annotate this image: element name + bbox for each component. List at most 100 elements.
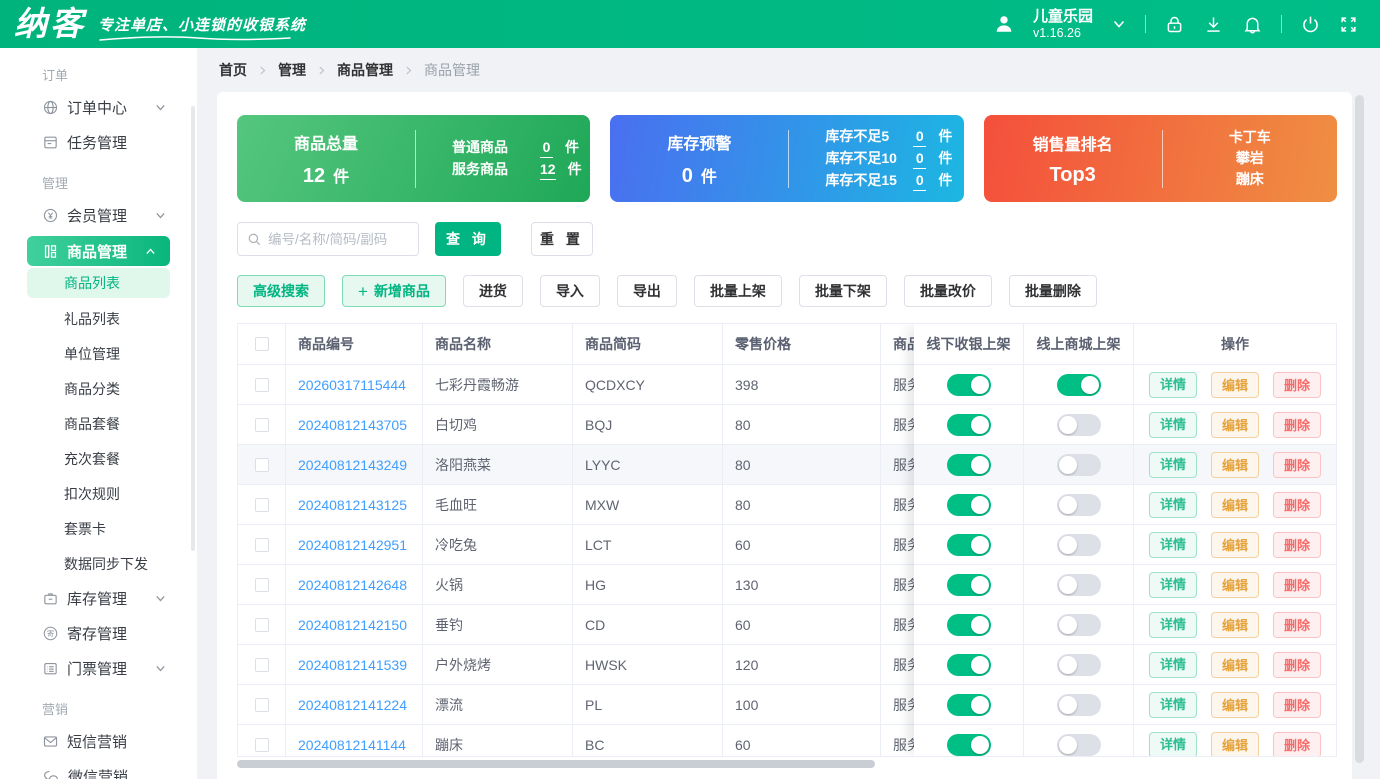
select-all-checkbox[interactable] xyxy=(254,337,269,351)
edit-button[interactable]: 编辑 xyxy=(1210,571,1259,598)
进货-button[interactable]: 进货 xyxy=(462,275,523,307)
sidebar-item-订单中心[interactable]: 订单中心 xyxy=(0,90,197,125)
search-input[interactable] xyxy=(268,231,409,247)
detail-button[interactable]: 详情 xyxy=(1148,571,1197,598)
delete-button[interactable]: 删除 xyxy=(1273,731,1322,756)
power-icon[interactable] xyxy=(1300,14,1321,35)
delete-button[interactable]: 删除 xyxy=(1273,411,1322,438)
row-checkbox[interactable] xyxy=(254,377,269,392)
edit-button[interactable]: 编辑 xyxy=(1210,731,1259,756)
delete-button[interactable]: 删除 xyxy=(1273,611,1322,638)
row-checkbox[interactable] xyxy=(254,697,269,712)
detail-button[interactable]: 详情 xyxy=(1148,451,1197,478)
row-checkbox[interactable] xyxy=(254,457,269,472)
online-toggle[interactable] xyxy=(1056,533,1101,556)
sidebar-item-会员管理[interactable]: 会员管理 xyxy=(0,198,197,233)
offline-toggle[interactable] xyxy=(946,693,991,716)
detail-button[interactable]: 详情 xyxy=(1148,371,1197,398)
product-code-link[interactable]: 20240812141539 xyxy=(298,657,407,673)
row-checkbox[interactable] xyxy=(254,417,269,432)
online-toggle[interactable] xyxy=(1056,693,1101,716)
sidebar-subitem-单位管理[interactable]: 单位管理 xyxy=(0,336,197,371)
offline-toggle[interactable] xyxy=(946,413,991,436)
bell-icon[interactable] xyxy=(1242,14,1263,35)
breadcrumb-item[interactable]: 商品管理 xyxy=(337,60,393,80)
导入-button[interactable]: 导入 xyxy=(539,275,600,307)
detail-button[interactable]: 详情 xyxy=(1148,531,1197,558)
offline-toggle[interactable] xyxy=(946,613,991,636)
chevron-down-icon[interactable] xyxy=(1111,16,1127,32)
offline-toggle[interactable] xyxy=(946,653,991,676)
sidebar-subitem-礼品列表[interactable]: 礼品列表 xyxy=(0,301,197,336)
edit-button[interactable]: 编辑 xyxy=(1210,451,1259,478)
导出-button[interactable]: 导出 xyxy=(616,275,677,307)
offline-toggle[interactable] xyxy=(946,573,991,596)
detail-button[interactable]: 详情 xyxy=(1148,691,1197,718)
stat-detail-value[interactable]: 0 xyxy=(913,149,927,169)
row-checkbox[interactable] xyxy=(254,497,269,512)
stat-detail-value[interactable]: 0 xyxy=(913,171,927,191)
edit-button[interactable]: 编辑 xyxy=(1210,691,1259,718)
product-code-link[interactable]: 20240812142648 xyxy=(298,577,407,593)
detail-button[interactable]: 详情 xyxy=(1148,411,1197,438)
offline-toggle[interactable] xyxy=(946,733,991,756)
stat-detail-value[interactable]: 0 xyxy=(913,127,927,147)
offline-toggle[interactable] xyxy=(946,453,991,476)
edit-button[interactable]: 编辑 xyxy=(1210,371,1259,398)
row-checkbox[interactable] xyxy=(254,657,269,672)
高级搜索-button[interactable]: 高级搜索 xyxy=(237,275,325,307)
detail-button[interactable]: 详情 xyxy=(1148,491,1197,518)
sidebar-subitem-商品列表[interactable]: 商品列表 xyxy=(27,268,170,298)
product-code-link[interactable]: 20240812143125 xyxy=(298,497,407,513)
sidebar-subitem-充次套餐[interactable]: 充次套餐 xyxy=(0,441,197,476)
detail-button[interactable]: 详情 xyxy=(1148,731,1197,756)
offline-toggle[interactable] xyxy=(946,493,991,516)
sidebar-subitem-扣次规则[interactable]: 扣次规则 xyxy=(0,476,197,511)
sidebar-item-门票管理[interactable]: 门票管理 xyxy=(0,651,197,686)
reset-button[interactable]: 重 置 xyxy=(531,222,593,256)
row-checkbox[interactable] xyxy=(254,577,269,592)
sidebar-item-寄存管理[interactable]: 寄 寄存管理 xyxy=(0,616,197,651)
sidebar-item-微信营销[interactable]: 微信营销 xyxy=(0,759,197,779)
download-icon[interactable] xyxy=(1203,14,1224,35)
批量上架-button[interactable]: 批量上架 xyxy=(693,275,782,307)
delete-button[interactable]: 删除 xyxy=(1273,451,1322,478)
offline-toggle[interactable] xyxy=(946,533,991,556)
edit-button[interactable]: 编辑 xyxy=(1210,491,1259,518)
sidebar-item-库存管理[interactable]: 库存管理 xyxy=(0,581,197,616)
sidebar-subitem-商品套餐[interactable]: 商品套餐 xyxy=(0,406,197,441)
sidebar-item-商品管理[interactable]: 商品管理 xyxy=(27,236,170,266)
delete-button[interactable]: 删除 xyxy=(1273,531,1322,558)
edit-button[interactable]: 编辑 xyxy=(1210,411,1259,438)
stat-detail-value[interactable]: 12 xyxy=(540,160,556,180)
sidebar-subitem-商品分类[interactable]: 商品分类 xyxy=(0,371,197,406)
query-button[interactable]: 查 询 xyxy=(435,222,501,256)
sidebar-scrollbar[interactable] xyxy=(191,106,195,551)
product-code-link[interactable]: 20240812141224 xyxy=(298,697,407,713)
edit-button[interactable]: 编辑 xyxy=(1210,611,1259,638)
online-toggle[interactable] xyxy=(1056,573,1101,596)
product-code-link[interactable]: 20240812141144 xyxy=(298,737,406,753)
fullscreen-icon[interactable] xyxy=(1339,15,1358,34)
row-checkbox[interactable] xyxy=(254,737,269,752)
breadcrumb-item[interactable]: 首页 xyxy=(219,60,247,80)
product-code-link[interactable]: 20240812143705 xyxy=(298,417,407,433)
online-toggle[interactable] xyxy=(1056,613,1101,636)
delete-button[interactable]: 删除 xyxy=(1273,491,1322,518)
sidebar-subitem-套票卡[interactable]: 套票卡 xyxy=(0,511,197,546)
online-toggle[interactable] xyxy=(1056,413,1101,436)
批量下架-button[interactable]: 批量下架 xyxy=(798,275,887,307)
product-code-link[interactable]: 20240812142150 xyxy=(298,617,407,633)
detail-button[interactable]: 详情 xyxy=(1148,611,1197,638)
delete-button[interactable]: 删除 xyxy=(1273,571,1322,598)
online-toggle[interactable] xyxy=(1056,493,1101,516)
breadcrumb-item[interactable]: 管理 xyxy=(278,60,306,80)
lock-icon[interactable] xyxy=(1164,14,1185,35)
detail-button[interactable]: 详情 xyxy=(1148,651,1197,678)
stat-detail-value[interactable]: 0 xyxy=(540,138,553,158)
delete-button[interactable]: 删除 xyxy=(1273,691,1322,718)
product-code-link[interactable]: 20240812142951 xyxy=(298,537,407,553)
offline-toggle[interactable] xyxy=(946,373,991,396)
row-checkbox[interactable] xyxy=(254,617,269,632)
horizontal-scrollbar[interactable] xyxy=(237,760,875,768)
